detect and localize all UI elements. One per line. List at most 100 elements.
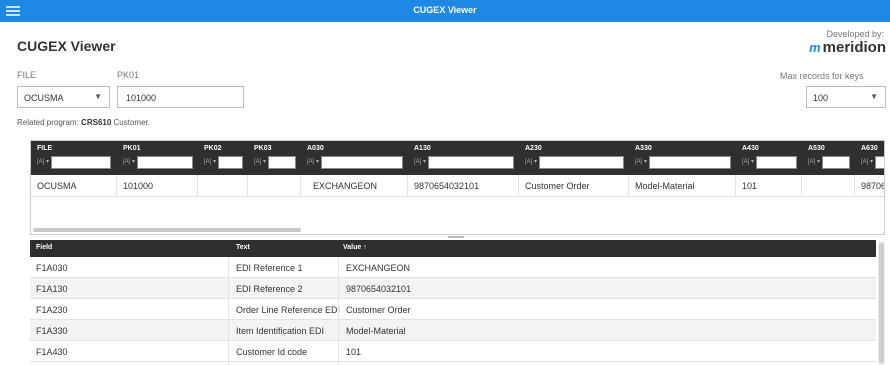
- column-header-pk01[interactable]: PK01 [A] ▾: [117, 141, 198, 175]
- table-cell: [248, 175, 301, 197]
- filter-operator[interactable]: [A] ▾: [123, 158, 135, 165]
- pk01-input[interactable]: 101000: [117, 86, 244, 108]
- detail-grid: Field Text Value ↑ F1A030 EDI Reference …: [30, 240, 885, 365]
- value-cell: 9870654032101: [346, 284, 412, 294]
- page-title: CUGEX Viewer: [17, 38, 116, 54]
- file-select-value: OCUSMA: [24, 93, 64, 103]
- filter-input[interactable]: [268, 156, 296, 169]
- value-cell: Model-Material: [346, 326, 406, 336]
- filter-input[interactable]: [321, 156, 403, 169]
- column-header-a530[interactable]: A530 [A] ▾: [802, 141, 855, 175]
- sort-ascending-icon: ↑: [363, 244, 367, 251]
- records-grid-header: FILE [A] ▾ PK01 [A] ▾ PK02 [A] ▾ PK03 [A…: [31, 141, 884, 175]
- filter-input[interactable]: [822, 156, 850, 169]
- filter-operator[interactable]: [A] ▾: [254, 158, 266, 165]
- text-cell: EDI Reference 2: [236, 284, 303, 294]
- table-row[interactable]: F1A430 Customer Id code 101: [30, 341, 876, 362]
- filter-input[interactable]: [756, 156, 797, 169]
- records-grid: FILE [A] ▾ PK01 [A] ▾ PK02 [A] ▾ PK03 [A…: [30, 140, 885, 235]
- field-cell: F1A430: [36, 347, 68, 357]
- field-cell: F1A330: [36, 326, 68, 336]
- vertical-scrollbar[interactable]: [878, 241, 885, 365]
- table-cell: [802, 175, 855, 197]
- chevron-down-icon: ▼: [94, 92, 102, 101]
- table-cell: Customer Order: [519, 175, 629, 197]
- table-row[interactable]: F1A030 EDI Reference 1 EXCHANGEON: [30, 257, 876, 278]
- table-cell: 9870654032101: [408, 175, 519, 197]
- filter-operator[interactable]: [A] ▾: [635, 158, 647, 165]
- filter-input[interactable]: [428, 156, 514, 169]
- splitter-handle[interactable]: [448, 236, 464, 238]
- developed-by-label: Developed by:: [826, 29, 884, 39]
- meridion-logo-icon: m: [809, 40, 820, 55]
- table-cell: EXCHANGEON: [301, 175, 408, 197]
- filter-operator[interactable]: [A] ▾: [204, 158, 216, 165]
- max-records-select[interactable]: 100 ▼: [806, 86, 886, 108]
- column-header-a230[interactable]: A230 [A] ▾: [519, 141, 629, 175]
- max-records-value: 100: [813, 93, 829, 103]
- filter-input[interactable]: [218, 156, 243, 169]
- table-row[interactable]: F1A130 EDI Reference 2 9870654032101: [30, 278, 876, 299]
- table-cell: 98706: [855, 175, 884, 197]
- table-cell: OCUSMA: [31, 175, 117, 197]
- pk01-label: PK01: [117, 70, 140, 80]
- filter-input[interactable]: [137, 156, 193, 169]
- filter-input[interactable]: [51, 156, 111, 169]
- value-cell: 101: [346, 347, 362, 357]
- column-header-a330[interactable]: A330 [A] ▾: [629, 141, 736, 175]
- related-program-prefix: Related program:: [17, 118, 79, 127]
- filter-operator[interactable]: [A] ▾: [414, 158, 426, 165]
- related-program-description: Customer.: [113, 118, 150, 127]
- filter-operator[interactable]: [A] ▾: [808, 158, 820, 165]
- top-bar: CUGEX Viewer: [0, 0, 890, 22]
- text-cell: Customer Id code: [236, 347, 308, 357]
- filter-input[interactable]: [539, 156, 624, 169]
- filter-operator[interactable]: [A] ▾: [861, 158, 873, 165]
- filter-operator[interactable]: [A] ▾: [525, 158, 537, 165]
- filter-operator[interactable]: [A] ▾: [37, 158, 49, 165]
- text-cell: Item Identification EDI: [236, 326, 325, 336]
- scrollbar-thumb[interactable]: [879, 243, 884, 363]
- top-bar-title: CUGEX Viewer: [413, 5, 477, 15]
- meridion-logo-text: meridion: [822, 39, 886, 56]
- field-cell: F1A130: [36, 284, 68, 294]
- table-cell: Model-Material: [629, 175, 736, 197]
- table-cell: [198, 175, 248, 197]
- max-records-label: Max records for keys: [780, 71, 864, 81]
- column-header-text[interactable]: Text: [236, 244, 250, 251]
- column-header-value-label: Value: [343, 244, 362, 251]
- value-cell: Customer Order: [346, 305, 411, 315]
- value-cell: EXCHANGEON: [346, 263, 411, 273]
- table-row[interactable]: F1A330 Item Identification EDI Model-Mat…: [30, 320, 876, 341]
- file-select[interactable]: OCUSMA ▼: [17, 86, 110, 108]
- text-cell: Order Line Reference EDI: [236, 305, 341, 315]
- meridion-logo: m meridion: [809, 39, 886, 56]
- text-cell: EDI Reference 1: [236, 263, 303, 273]
- column-divider: [338, 257, 339, 365]
- chevron-down-icon: ▼: [870, 92, 878, 101]
- related-program-link[interactable]: CRS610: [81, 118, 111, 127]
- column-header-value[interactable]: Value ↑: [343, 244, 367, 251]
- column-header-a430[interactable]: A430 [A] ▾: [736, 141, 802, 175]
- table-row[interactable]: F1A230 Order Line Reference EDI Customer…: [30, 299, 876, 320]
- filter-operator[interactable]: [A] ▾: [742, 158, 754, 165]
- column-header-a130[interactable]: A130 [A] ▾: [408, 141, 519, 175]
- horizontal-scrollbar[interactable]: [33, 228, 301, 232]
- column-header-pk02[interactable]: PK02 [A] ▾: [198, 141, 248, 175]
- filter-operator[interactable]: [A] ▾: [307, 158, 319, 165]
- column-header-field[interactable]: Field: [36, 244, 52, 251]
- column-header-file[interactable]: FILE [A] ▾: [31, 141, 117, 175]
- table-row[interactable]: OCUSMA 101000 EXCHANGEON 9870654032101 C…: [31, 175, 884, 197]
- file-label: FILE: [17, 70, 37, 80]
- related-program: Related program: CRS610 Customer.: [17, 118, 150, 127]
- table-cell: 101000: [117, 175, 198, 197]
- column-divider: [228, 257, 229, 365]
- column-header-a630[interactable]: A630 [A] ▾: [855, 141, 884, 175]
- column-header-pk03[interactable]: PK03 [A] ▾: [248, 141, 301, 175]
- filter-input[interactable]: [649, 156, 731, 169]
- filter-input[interactable]: [875, 156, 884, 169]
- field-cell: F1A030: [36, 263, 68, 273]
- column-header-a030[interactable]: A030 [A] ▾: [301, 141, 408, 175]
- table-cell: 101: [736, 175, 802, 197]
- field-cell: F1A230: [36, 305, 68, 315]
